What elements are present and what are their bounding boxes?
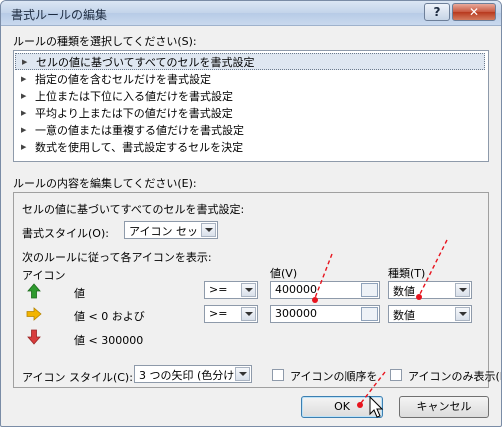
- chevron-down-icon[interactable]: [455, 283, 470, 297]
- chevron-down-icon[interactable]: [235, 367, 250, 381]
- red-down-arrow-icon: [27, 329, 41, 345]
- type-select[interactable]: 数値: [388, 305, 472, 323]
- green-up-arrow-icon: [27, 283, 41, 299]
- item-triangle-icon: ▶: [21, 75, 27, 83]
- icon-only-label: アイコンのみ表示(I): [408, 370, 502, 383]
- rule-type-item[interactable]: ▶ 上位または下位に入る値だけを書式設定: [15, 88, 485, 105]
- rule-row-text: 値: [74, 287, 85, 300]
- close-button[interactable]: ✕: [452, 3, 496, 21]
- chevron-down-icon[interactable]: [201, 223, 216, 237]
- rule-type-item[interactable]: ▶ セルの値に基づいてすべてのセルを書式設定: [15, 53, 485, 70]
- format-style-select[interactable]: アイコン セット: [124, 221, 218, 239]
- cancel-button[interactable]: キャンセル: [399, 396, 489, 418]
- item-triangle-icon: ▶: [21, 143, 27, 151]
- rule-row-text: 値 < 300000: [74, 334, 144, 347]
- icon-style-label: アイコン スタイル(C):: [22, 371, 133, 384]
- value-column-header: 値(V): [270, 267, 298, 280]
- rules-caption: 次のルールに従って各アイコンを表示:: [22, 251, 212, 264]
- operator-select[interactable]: >=: [204, 305, 258, 323]
- rule-description: セルの値に基づいてすべてのセルを書式設定:: [22, 203, 245, 216]
- ok-button[interactable]: OK: [301, 396, 383, 418]
- reverse-order-label: アイコンの順序を: [290, 370, 378, 383]
- rule-type-item[interactable]: ▶ 数式を使用して、書式設定するセルを決定: [15, 139, 485, 156]
- chevron-down-icon[interactable]: [241, 307, 256, 321]
- type-select[interactable]: 数値: [388, 281, 472, 299]
- rule-row-text: 値 < 0 および: [74, 310, 145, 323]
- item-triangle-icon: ▶: [21, 109, 27, 117]
- icon-column-header: アイコン: [22, 269, 66, 282]
- value-input[interactable]: 300000: [270, 305, 380, 323]
- rule-type-item[interactable]: ▶ 平均より上または下の値だけを書式設定: [15, 105, 485, 122]
- format-style-label: 書式スタイル(O):: [22, 227, 109, 240]
- cell-reference-icon[interactable]: [361, 283, 378, 297]
- rule-type-item[interactable]: ▶ 指定の値を含むセルだけを書式設定: [15, 71, 485, 88]
- item-triangle-icon: ▶: [22, 58, 28, 66]
- type-column-header: 種類(T): [388, 267, 426, 280]
- cell-reference-icon[interactable]: [361, 307, 378, 321]
- title-bar: 書式ルールの編集 ? ✕: [1, 1, 501, 26]
- rule-type-item[interactable]: ▶ 一意の値または重複する値だけを書式設定: [15, 122, 485, 139]
- rule-edit-panel: セルの値に基づいてすべてのセルを書式設定: 書式スタイル(O): アイコン セッ…: [13, 192, 501, 388]
- operator-select[interactable]: >=: [204, 281, 258, 299]
- rule-edit-label: ルールの内容を編集してください(E):: [13, 177, 197, 190]
- edit-format-rule-dialog: 書式ルールの編集 ? ✕ ルールの種類を選択してください(S): ▶ セルの値に基…: [0, 0, 502, 427]
- yellow-right-arrow-icon: [26, 307, 42, 321]
- rule-type-label: ルールの種類を選択してください(S):: [13, 35, 197, 48]
- help-button[interactable]: ?: [424, 3, 450, 21]
- rule-type-list[interactable]: ▶ セルの値に基づいてすべてのセルを書式設定 ▶ 指定の値を含むセルだけを書式設定 …: [13, 50, 489, 162]
- icon-style-select[interactable]: 3 つの矢印 (色分け): [134, 365, 252, 383]
- item-triangle-icon: ▶: [21, 92, 27, 100]
- reverse-order-checkbox[interactable]: [272, 369, 284, 381]
- chevron-down-icon[interactable]: [455, 307, 470, 321]
- value-input[interactable]: 400000: [270, 281, 380, 299]
- icon-only-checkbox[interactable]: [390, 369, 402, 381]
- chevron-down-icon[interactable]: [241, 283, 256, 297]
- dialog-title: 書式ルールの編集: [11, 8, 108, 22]
- item-triangle-icon: ▶: [21, 126, 27, 134]
